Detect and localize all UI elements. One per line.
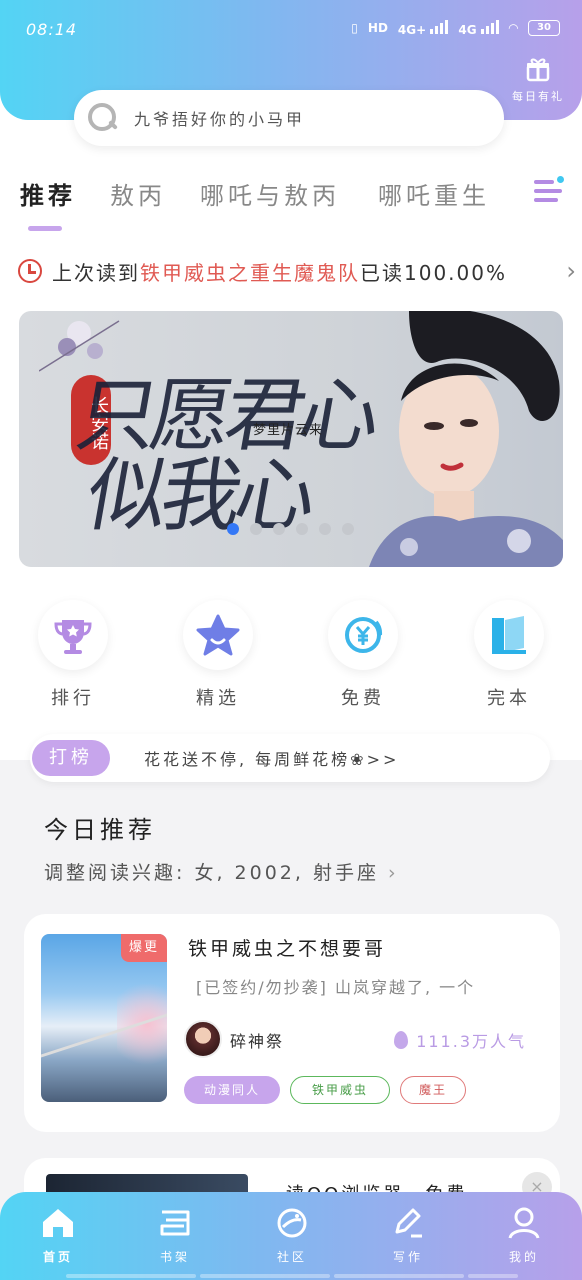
- category-menu-icon[interactable]: [534, 176, 564, 204]
- carousel-dot[interactable]: [273, 523, 285, 535]
- clock-icon: [18, 259, 42, 283]
- daily-gift-label: 每日有礼: [512, 90, 564, 103]
- interest-adjust-label: 调整阅读兴趣: 女, 2002, 射手座: [44, 862, 379, 884]
- header: 08:14 ▯ HD 4G+ 4G ◠ 30 每日有礼 九爷捂好你的小马甲: [0, 0, 582, 160]
- book-cover: 爆更: [41, 934, 167, 1102]
- interest-adjust-link[interactable]: 调整阅读兴趣: 女, 2002, 射手座 ›: [44, 858, 399, 885]
- search-bar[interactable]: 九爷捂好你的小马甲: [74, 90, 504, 146]
- quick-free-label: 免费: [341, 688, 385, 709]
- quick-free[interactable]: 免费: [323, 600, 403, 710]
- banner-author: 梦里片云来: [253, 423, 324, 438]
- quick-ranking[interactable]: 排行: [33, 600, 113, 710]
- battery-icon: 30: [528, 19, 560, 36]
- carousel-dots: [227, 523, 354, 535]
- nav-community[interactable]: 社区: [252, 1204, 332, 1265]
- quick-selected[interactable]: 精选: [178, 600, 258, 710]
- section-title: 今日推荐: [44, 816, 156, 844]
- book-description: [已签约/勿抄袭] 山岚穿越了, 一个: [196, 978, 476, 997]
- home-indicator: [468, 1274, 518, 1278]
- bottom-nav: 首页 书架 社区 写作 我的: [0, 1192, 582, 1280]
- status-bar: 08:14 ▯ HD 4G+ 4G ◠ 30: [26, 18, 560, 46]
- bookshelf-icon: [135, 1204, 215, 1242]
- banner-illustration: [369, 311, 563, 567]
- nav-community-label: 社区: [276, 1250, 307, 1264]
- carousel-dot[interactable]: [319, 523, 331, 535]
- search-placeholder: 九爷捂好你的小马甲: [134, 110, 306, 129]
- book-icon: [474, 600, 544, 670]
- rank-badge: 打榜: [32, 740, 110, 776]
- avatar: [184, 1020, 222, 1058]
- tab-nezha-aobing[interactable]: 哪吒与敖丙: [200, 176, 340, 211]
- carousel-dot[interactable]: [227, 523, 239, 535]
- flame-icon: [394, 1031, 409, 1049]
- home-indicator: [66, 1274, 196, 1278]
- rank-text: 花花送不停, 每周鲜花榜❀>>: [144, 750, 400, 769]
- user-icon: [484, 1204, 564, 1242]
- nav-home-label: 首页: [42, 1250, 73, 1264]
- tab-recommend[interactable]: 推荐: [20, 176, 76, 211]
- daily-gift-button[interactable]: 每日有礼: [508, 56, 568, 104]
- planet-icon: [252, 1204, 332, 1242]
- author-name: 碎神祭: [230, 1032, 285, 1051]
- carousel-dot[interactable]: [250, 523, 262, 535]
- nav-writing-label: 写作: [392, 1250, 423, 1264]
- search-icon: [86, 101, 120, 135]
- tag-chip[interactable]: 动漫同人: [184, 1076, 280, 1104]
- vibrate-icon: ▯: [351, 20, 358, 35]
- banner-carousel[interactable]: 长安诺 只愿君心 似我心 梦里片云来: [19, 311, 563, 567]
- signal-4g-icon: 4G: [458, 18, 499, 37]
- status-time: 08:14: [26, 20, 78, 39]
- hot-update-badge: 爆更: [121, 934, 167, 962]
- tab-aobing[interactable]: 敖丙: [110, 176, 166, 211]
- hd-icon: HD: [367, 20, 388, 35]
- nav-writing[interactable]: 写作: [368, 1204, 448, 1265]
- category-tabs: 推荐 敖丙 哪吒与敖丙 哪吒重生: [0, 160, 582, 240]
- pen-icon: [368, 1204, 448, 1242]
- home-icon: [18, 1204, 98, 1242]
- quick-completed-label: 完本: [487, 688, 531, 709]
- home-indicator: [334, 1274, 464, 1278]
- last-read-bar[interactable]: 上次读到 铁甲威虫之重生魔鬼队 已读100.00% ›: [18, 254, 578, 288]
- nav-bookshelf[interactable]: 书架: [135, 1204, 215, 1265]
- book-card[interactable]: 爆更 铁甲威虫之不想要哥 [已签约/勿抄袭] 山岚穿越了, 一个 碎神祭 111…: [24, 914, 560, 1132]
- active-tab-indicator: [28, 226, 62, 231]
- nav-profile-label: 我的: [508, 1250, 539, 1264]
- last-read-progress: 已读100.00%: [360, 260, 507, 285]
- star-icon: [183, 600, 253, 670]
- gift-icon: [508, 56, 568, 88]
- tag-chip[interactable]: 魔王: [400, 1076, 466, 1104]
- book-title: 铁甲威虫之不想要哥: [188, 938, 387, 960]
- yuan-icon: [328, 600, 398, 670]
- chevron-right-icon: ›: [566, 257, 578, 285]
- carousel-dot[interactable]: [342, 523, 354, 535]
- rank-banner[interactable]: 打榜 花花送不停, 每周鲜花榜❀>>: [30, 734, 550, 782]
- tag-chip[interactable]: 铁甲威虫: [290, 1076, 390, 1104]
- last-read-prefix: 上次读到: [52, 260, 140, 285]
- quick-completed[interactable]: 完本: [469, 600, 549, 710]
- trophy-icon: [38, 600, 108, 670]
- signal-4gplus-icon: 4G+: [398, 18, 449, 37]
- popularity-value: 111.3万人气: [416, 1032, 526, 1051]
- chevron-right-icon: ›: [388, 862, 399, 884]
- carousel-dot[interactable]: [296, 523, 308, 535]
- nav-home[interactable]: 首页: [18, 1204, 98, 1265]
- home-indicator: [200, 1274, 330, 1278]
- tab-nezha-rebirth[interactable]: 哪吒重生: [378, 176, 490, 211]
- last-read-book: 铁甲威虫之重生魔鬼队: [140, 260, 360, 285]
- nav-profile[interactable]: 我的: [484, 1204, 564, 1265]
- status-icons: ▯ HD 4G+ 4G ◠ 30: [351, 18, 560, 37]
- quick-selected-label: 精选: [196, 688, 240, 709]
- popularity: 111.3万人气: [394, 1028, 526, 1052]
- wifi-icon: ◠: [508, 20, 518, 35]
- nav-bookshelf-label: 书架: [159, 1250, 190, 1264]
- quick-ranking-label: 排行: [51, 688, 95, 709]
